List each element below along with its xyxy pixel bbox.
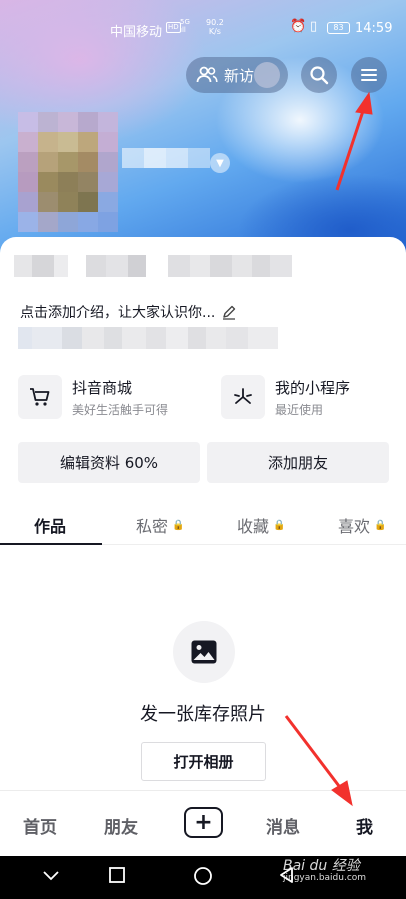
baidu-watermark: Bai du 经验 jingyan.baidu.com xyxy=(283,855,366,883)
battery-icon: 83 xyxy=(327,22,350,34)
username-blurred xyxy=(122,148,210,168)
menu-button[interactable] xyxy=(351,57,387,93)
image-icon xyxy=(173,621,235,683)
tab-favorites-label: 收藏 xyxy=(237,517,270,536)
visitor-avatar xyxy=(254,62,280,88)
create-button[interactable]: + xyxy=(184,807,223,838)
stats-blurred xyxy=(14,255,293,277)
add-friend-button[interactable]: 添加朋友 xyxy=(207,442,389,483)
open-album-button[interactable]: 打开相册 xyxy=(141,742,266,781)
new-visitors-button[interactable]: 新访 xyxy=(186,57,288,93)
recents-icon[interactable] xyxy=(108,866,126,889)
nav-me[interactable]: 我 xyxy=(356,813,373,838)
tab-works[interactable]: 作品 xyxy=(34,513,66,537)
profile-cover: 中国移动 HD 5Gıll 90.2K/s ⏰ ▯ 83 14:59 新访 xyxy=(0,0,406,265)
pencil-icon xyxy=(223,305,236,320)
tab-private[interactable]: 私密 🔒 xyxy=(136,513,184,537)
tab-likes-label: 喜欢 xyxy=(338,517,371,536)
bio-prompt[interactable]: 点击添加介绍，让大家认识你... xyxy=(20,302,237,322)
chevron-down-icon[interactable]: ▼ xyxy=(210,153,230,173)
empty-state-title: 发一张库存照片 xyxy=(140,704,266,725)
search-button[interactable] xyxy=(301,57,337,93)
bottom-nav: 首页 朋友 + 消息 我 xyxy=(0,790,406,856)
signal-icon: 5G ıll xyxy=(180,18,190,34)
carrier-label: 中国移动 xyxy=(110,25,163,40)
menu-icon xyxy=(361,69,377,81)
lock-icon: 🔒 xyxy=(273,519,286,531)
douyin-mall-shortcut[interactable]: 抖音商城 美好生活触手可得 xyxy=(18,374,168,420)
cart-icon xyxy=(18,375,62,419)
mall-title: 抖音商城 xyxy=(72,378,133,397)
watermark-url: jingyan.baidu.com xyxy=(283,873,367,883)
people-icon xyxy=(196,66,218,83)
new-visitors-label: 新访 xyxy=(224,66,255,85)
tab-favorites[interactable]: 收藏 🔒 xyxy=(237,513,285,537)
mall-subtitle: 美好生活触手可得 xyxy=(72,402,169,417)
search-icon xyxy=(310,66,329,85)
alarm-icon: ⏰ xyxy=(290,19,307,34)
nav-messages[interactable]: 消息 xyxy=(266,813,300,838)
content-tabs: 作品 私密 🔒 收藏 🔒 喜欢 🔒 xyxy=(0,505,406,545)
mini-program-shortcut[interactable]: 我的小程序 最近使用 xyxy=(221,374,350,420)
lock-icon: 🔒 xyxy=(172,519,185,531)
mini-program-subtitle: 最近使用 xyxy=(275,402,324,417)
lock-icon: 🔒 xyxy=(374,519,387,531)
active-tab-indicator xyxy=(0,543,102,545)
status-bar: 中国移动 HD 5G ıll 90.2 K/s ⏰ ▯ 83 14:59 xyxy=(0,0,406,58)
info-blurred xyxy=(18,327,280,349)
mini-program-icon xyxy=(221,375,265,419)
plus-icon: + xyxy=(194,810,213,835)
bio-placeholder: 点击添加介绍，让大家认识你... xyxy=(20,305,216,321)
avatar[interactable] xyxy=(18,112,118,232)
tab-works-label: 作品 xyxy=(34,517,67,536)
tab-likes[interactable]: 喜欢 🔒 xyxy=(338,513,386,537)
nav-friends[interactable]: 朋友 xyxy=(104,813,138,838)
mini-program-title: 我的小程序 xyxy=(275,378,351,397)
nav-home[interactable]: 首页 xyxy=(23,813,57,838)
clock: 14:59 xyxy=(355,21,393,36)
watermark-brand: Bai du 经验 xyxy=(283,858,360,874)
collapse-icon[interactable] xyxy=(42,866,60,887)
network-speed: 90.2 K/s xyxy=(206,18,224,36)
hd-badge: HD xyxy=(166,22,181,33)
tab-private-label: 私密 xyxy=(136,517,169,536)
home-icon[interactable] xyxy=(193,866,213,891)
edit-profile-button[interactable]: 编辑资料 60% xyxy=(18,442,200,483)
vibrate-icon: ▯ xyxy=(310,19,318,34)
